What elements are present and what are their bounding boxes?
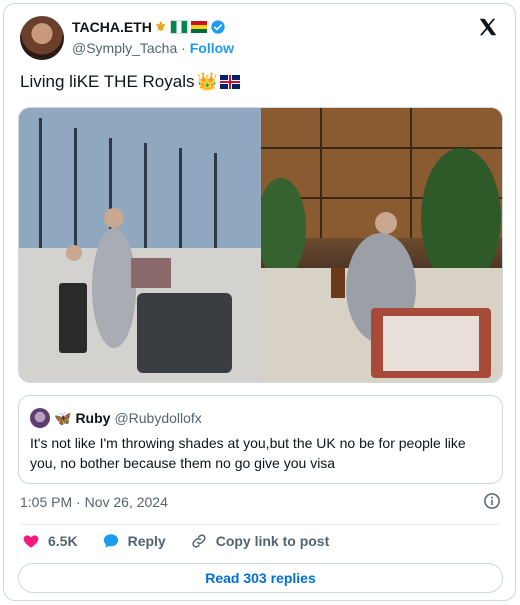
author-handle-row: @Symply_Tacha · Follow	[72, 40, 234, 56]
reply-button[interactable]: Reply	[102, 532, 166, 550]
butterfly-emoji-icon: 🦋	[54, 409, 72, 426]
uk-flag-emoji-icon	[219, 75, 240, 89]
reply-bubble-icon	[103, 534, 118, 548]
copy-link-label: Copy link to post	[215, 533, 330, 549]
author-avatar[interactable]	[20, 16, 64, 60]
quoted-name: Ruby	[75, 410, 111, 426]
verified-badge-icon	[210, 20, 225, 34]
follow-button[interactable]: Follow	[190, 40, 234, 56]
read-replies-button[interactable]: Read 303 replies	[18, 563, 503, 593]
quoted-avatar	[30, 408, 50, 428]
crown-emoji-icon: 👑	[196, 72, 218, 91]
quoted-text: It's not like I'm throwing shades at you…	[30, 435, 466, 471]
ghana-flag-icon	[190, 21, 207, 33]
author-handle[interactable]: @Symply_Tacha	[72, 40, 177, 56]
reply-label: Reply	[127, 533, 166, 549]
lounge-photo-art	[261, 108, 502, 382]
timestamp[interactable]: 1:05 PM · Nov 26, 2024	[20, 494, 168, 510]
author-name-row: TACHA.ETH ⚜	[72, 19, 226, 35]
media-grid[interactable]	[18, 107, 503, 383]
quoted-handle: @Rubydollofx	[114, 410, 202, 426]
nigeria-flag-icon	[169, 20, 188, 34]
like-button[interactable]: 6.5K	[22, 532, 78, 550]
separator-dot: ·	[181, 40, 186, 56]
link-icon	[192, 534, 206, 548]
quoted-tweet[interactable]: 🦋 Ruby @Rubydollofx It's not like I'm th…	[18, 395, 503, 484]
emoji-icon: ⚜	[154, 19, 167, 34]
info-icon[interactable]	[483, 492, 501, 510]
action-bar: 6.5K Reply Copy link to post	[22, 532, 329, 550]
airport-photo[interactable]	[19, 108, 262, 382]
like-count: 6.5K	[48, 533, 78, 549]
lounge-photo[interactable]	[261, 108, 502, 382]
tweet-text: Living liKE THE Royals 👑	[20, 72, 240, 92]
tweet-card: TACHA.ETH ⚜ @Symply_Tacha · Follow Livin…	[3, 3, 516, 601]
divider	[20, 524, 499, 525]
copy-link-button[interactable]: Copy link to post	[190, 532, 330, 550]
author-name[interactable]: TACHA.ETH	[72, 19, 152, 35]
tweet-body: Living liKE THE Royals	[20, 72, 195, 91]
heart-icon	[23, 535, 39, 548]
airport-photo-art	[19, 108, 262, 382]
x-logo-icon[interactable]	[477, 16, 499, 38]
quoted-header: 🦋 Ruby @Rubydollofx	[30, 408, 202, 428]
